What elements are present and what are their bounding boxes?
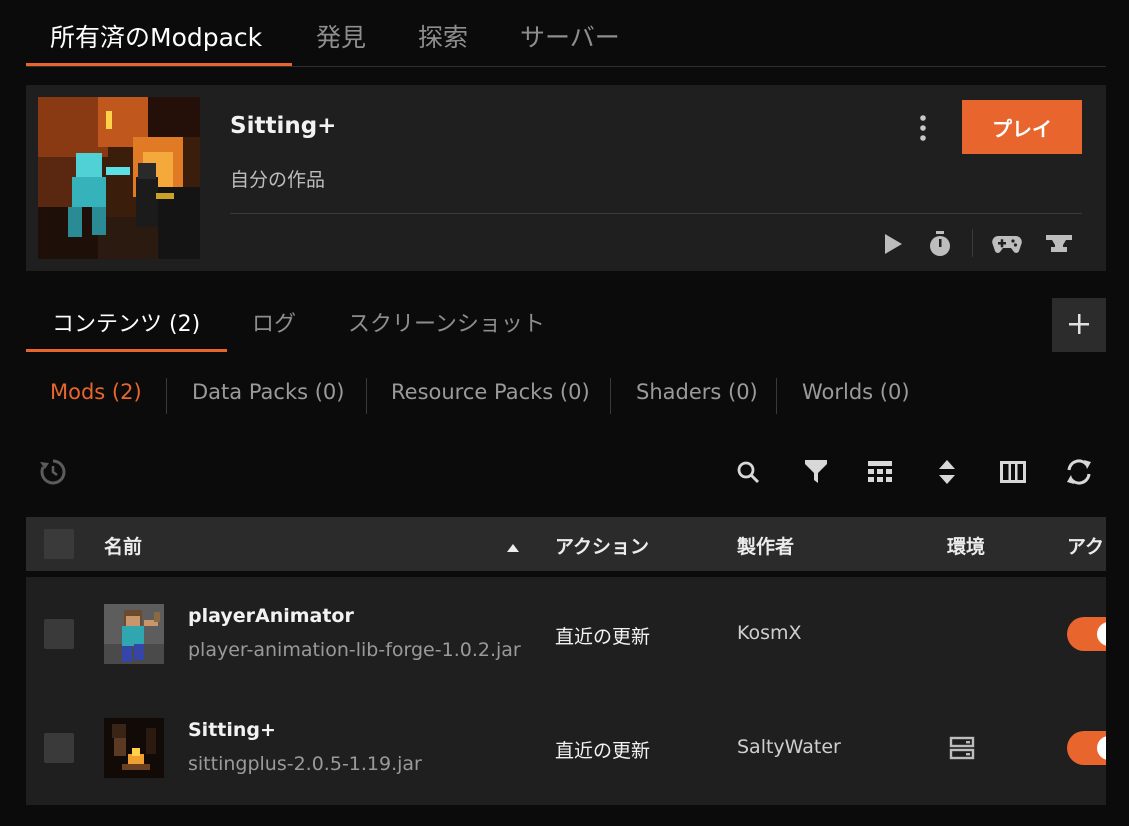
- icon-separator: [972, 229, 973, 257]
- tab-logs[interactable]: ログ: [252, 306, 296, 338]
- modpack-card: Sitting+ 自分の作品 プレイ: [26, 85, 1106, 271]
- active-content-tab-underline: [26, 349, 227, 352]
- subtab-separator: [610, 378, 611, 414]
- mod-author[interactable]: SaltyWater: [737, 736, 841, 758]
- top-tab-bar: 所有済のModpack 発見 探索 サーバー: [26, 0, 1106, 67]
- gamepad-icon[interactable]: [992, 229, 1022, 259]
- mod-enabled-toggle[interactable]: [1067, 617, 1106, 651]
- anvil-icon[interactable]: [1044, 229, 1074, 259]
- row-checkbox[interactable]: [44, 619, 74, 649]
- kebab-menu-icon[interactable]: [910, 110, 936, 146]
- subtab-resource-packs[interactable]: Resource Packs (0): [391, 380, 590, 404]
- add-content-button[interactable]: [1052, 298, 1106, 352]
- subtab-worlds[interactable]: Worlds (0): [802, 380, 910, 404]
- mod-filename: player-animation-lib-forge-1.0.2.jar: [188, 639, 521, 661]
- table-row[interactable]: playerAnimator player-animation-lib-forg…: [26, 577, 1106, 691]
- table-row[interactable]: Sitting+ sittingplus-2.0.5-1.19.jar 直近の更…: [26, 691, 1106, 805]
- mod-action: 直近の更新: [555, 740, 651, 762]
- column-header-action[interactable]: アクション: [555, 532, 649, 559]
- modpack-title: Sitting+: [230, 113, 337, 139]
- mod-author[interactable]: KosmX: [737, 622, 802, 644]
- subtab-separator: [166, 378, 167, 414]
- tab-servers[interactable]: サーバー: [520, 18, 620, 54]
- mod-name[interactable]: playerAnimator: [188, 605, 354, 627]
- mods-table-header: 名前 アクション 製作者 環境 アク: [26, 517, 1106, 571]
- column-header-name[interactable]: 名前: [104, 532, 142, 559]
- tab-explore[interactable]: 探索: [418, 18, 468, 54]
- column-header-active[interactable]: アク: [1067, 532, 1104, 559]
- search-icon[interactable]: [732, 456, 764, 488]
- mod-action: 直近の更新: [555, 626, 651, 648]
- history-icon[interactable]: [37, 456, 69, 488]
- play-button[interactable]: プレイ: [962, 100, 1082, 154]
- modpack-subtitle: 自分の作品: [230, 169, 326, 191]
- timer-icon[interactable]: [925, 229, 955, 259]
- sort-ascending-icon[interactable]: [506, 538, 520, 557]
- columns-icon[interactable]: [997, 456, 1029, 488]
- filter-icon[interactable]: [800, 456, 832, 488]
- grid-icon[interactable]: [864, 456, 896, 488]
- mod-name[interactable]: Sitting+: [188, 719, 276, 741]
- subtab-separator: [776, 378, 777, 414]
- column-header-environment[interactable]: 環境: [947, 532, 985, 559]
- mods-table-body: playerAnimator player-animation-lib-forg…: [26, 577, 1106, 805]
- tab-owned-modpacks[interactable]: 所有済のModpack: [50, 18, 262, 54]
- tab-discover[interactable]: 発見: [316, 18, 366, 54]
- server-icon: [947, 733, 977, 763]
- content-tab-bar: コンテンツ (2) ログ スクリーンショット: [26, 296, 1046, 352]
- subtab-shaders[interactable]: Shaders (0): [636, 380, 758, 404]
- mod-thumbnail: [104, 718, 164, 778]
- viewport-edge: [1106, 517, 1129, 826]
- subtab-separator: [366, 378, 367, 414]
- subtab-data-packs[interactable]: Data Packs (0): [192, 380, 344, 404]
- refresh-icon[interactable]: [1063, 456, 1095, 488]
- tab-contents[interactable]: コンテンツ (2): [52, 306, 200, 338]
- select-all-checkbox[interactable]: [44, 529, 74, 559]
- row-checkbox[interactable]: [44, 733, 74, 763]
- sort-icon[interactable]: [931, 456, 963, 488]
- mod-filename: sittingplus-2.0.5-1.19.jar: [188, 753, 422, 775]
- mod-enabled-toggle[interactable]: [1067, 731, 1106, 765]
- column-header-author[interactable]: 製作者: [737, 532, 794, 559]
- active-tab-underline: [26, 63, 292, 66]
- play-icon[interactable]: [878, 229, 908, 259]
- subtab-mods[interactable]: Mods (2): [50, 380, 142, 404]
- card-divider: [230, 213, 1082, 214]
- modpack-thumbnail: [38, 97, 200, 259]
- plus-icon: [1068, 313, 1090, 338]
- tab-screenshots[interactable]: スクリーンショット: [348, 306, 545, 338]
- mod-thumbnail: [104, 604, 164, 664]
